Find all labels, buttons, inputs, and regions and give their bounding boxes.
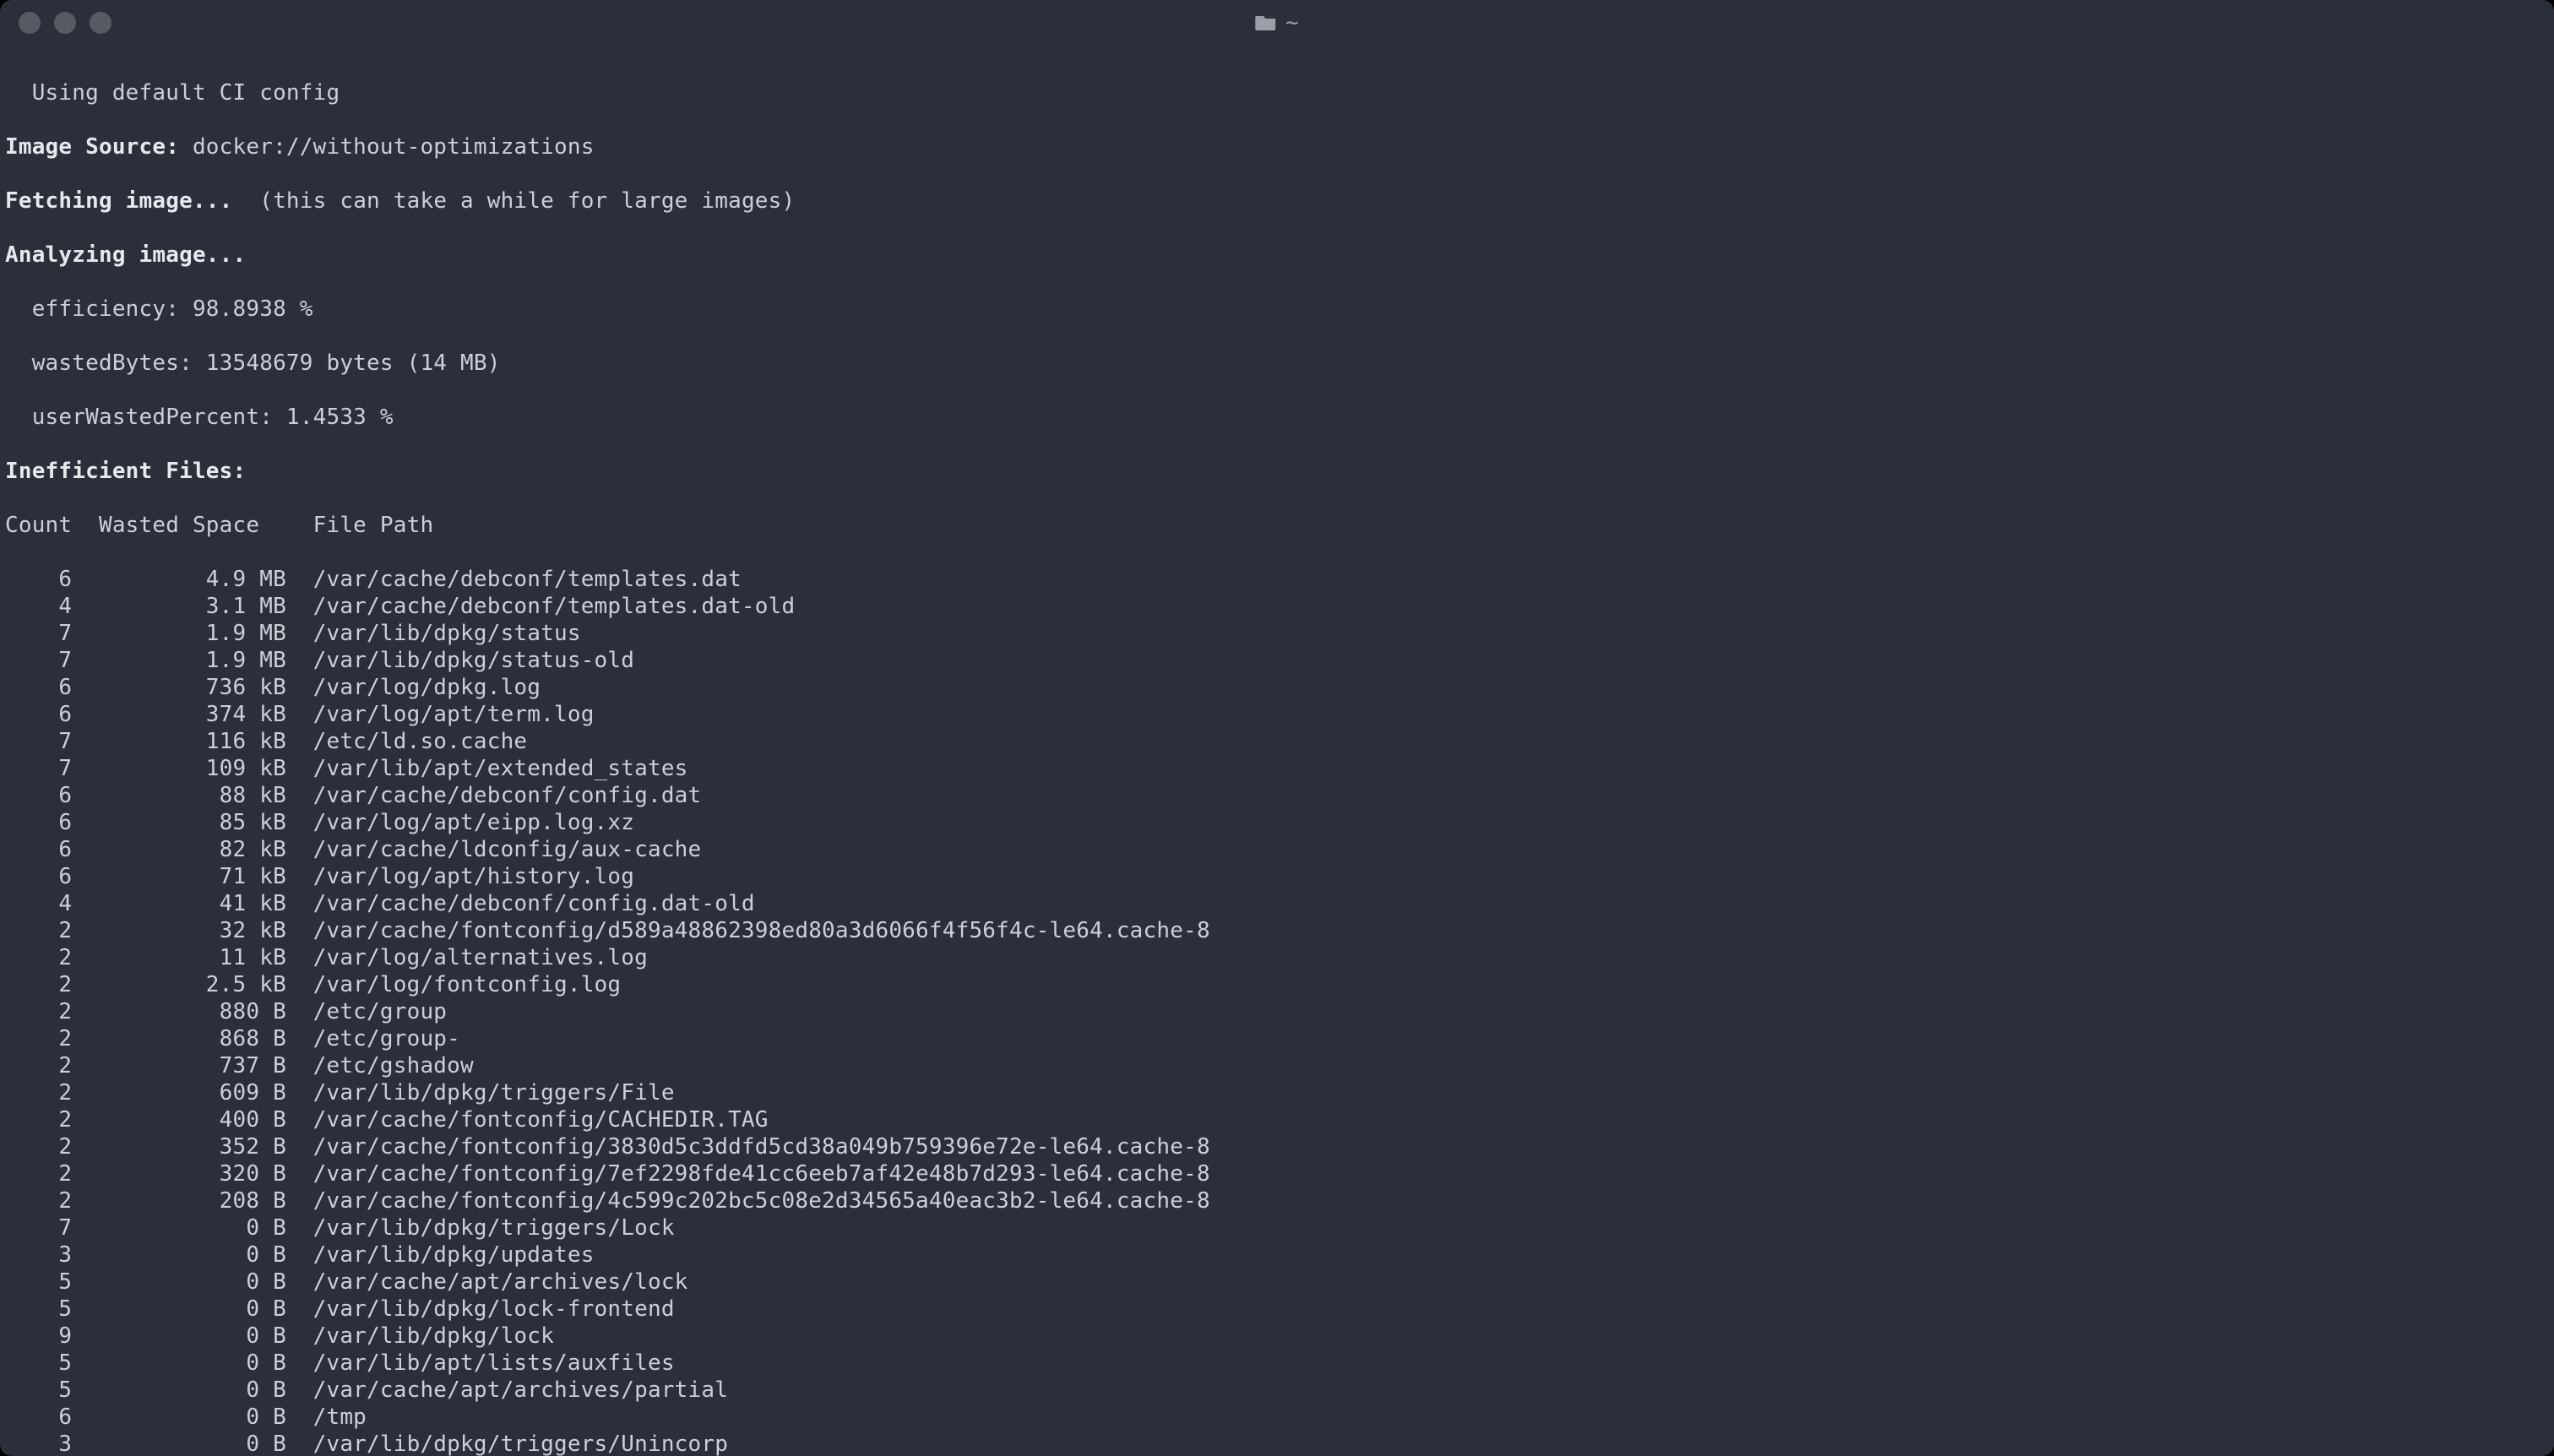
line: Using default CI config	[5, 79, 2549, 106]
table-row: 6 82 kB /var/cache/ldconfig/aux-cache	[5, 836, 2549, 863]
table-row: 4 41 kB /var/cache/debconf/config.dat-ol…	[5, 890, 2549, 917]
table-row: 7 1.9 MB /var/lib/dpkg/status-old	[5, 647, 2549, 674]
line: userWastedPercent: 1.4533 %	[5, 404, 2549, 431]
table-row: 5 0 B /var/lib/dpkg/lock-frontend	[5, 1296, 2549, 1323]
line: Fetching image... (this can take a while…	[5, 187, 2549, 215]
table-row: 6 736 kB /var/log/dpkg.log	[5, 674, 2549, 701]
table-row: 2 32 kB /var/cache/fontconfig/d589a48862…	[5, 917, 2549, 944]
table-row: 5 0 B /var/cache/apt/archives/partial	[5, 1377, 2549, 1404]
table-row: 2 737 B /etc/gshadow	[5, 1052, 2549, 1079]
line: Image Source: docker://without-optimizat…	[5, 133, 2549, 160]
table-row: 9 0 B /var/lib/dpkg/lock	[5, 1323, 2549, 1350]
table-body: 6 4.9 MB /var/cache/debconf/templates.da…	[5, 566, 2549, 1456]
table-row: 2 868 B /etc/group-	[5, 1025, 2549, 1052]
zoom-icon[interactable]	[90, 12, 111, 34]
table-row: 6 374 kB /var/log/apt/term.log	[5, 701, 2549, 728]
table-row: 2 208 B /var/cache/fontconfig/4c599c202b…	[5, 1187, 2549, 1214]
table-row: 6 88 kB /var/cache/debconf/config.dat	[5, 782, 2549, 809]
table-row: 2 2.5 kB /var/log/fontconfig.log	[5, 971, 2549, 998]
table-row: 6 4.9 MB /var/cache/debconf/templates.da…	[5, 566, 2549, 593]
line: Analyzing image...	[5, 242, 2549, 269]
close-icon[interactable]	[19, 12, 41, 34]
terminal-window: ~ Using default CI config Image Source: …	[0, 0, 2554, 1456]
table-row: 7 0 B /var/lib/dpkg/triggers/Lock	[5, 1214, 2549, 1241]
table-row: 2 400 B /var/cache/fontconfig/CACHEDIR.T…	[5, 1106, 2549, 1133]
table-row: 2 11 kB /var/log/alternatives.log	[5, 944, 2549, 971]
table-row: 2 880 B /etc/group	[5, 998, 2549, 1025]
minimize-icon[interactable]	[54, 12, 76, 34]
line: wastedBytes: 13548679 bytes (14 MB)	[5, 350, 2549, 377]
table-row: 2 609 B /var/lib/dpkg/triggers/File	[5, 1079, 2549, 1106]
terminal-output[interactable]: Using default CI config Image Source: do…	[0, 46, 2554, 1456]
table-row: 3 0 B /var/lib/dpkg/triggers/Unincorp	[5, 1431, 2549, 1456]
window-title: ~	[1255, 10, 1299, 35]
table-row: 7 109 kB /var/lib/apt/extended_states	[5, 755, 2549, 782]
table-header: Count Wasted Space File Path	[5, 512, 2549, 539]
table-row: 6 71 kB /var/log/apt/history.log	[5, 863, 2549, 890]
table-row: 4 3.1 MB /var/cache/debconf/templates.da…	[5, 593, 2549, 620]
titlebar: ~	[0, 0, 2554, 46]
table-row: 3 0 B /var/lib/dpkg/updates	[5, 1241, 2549, 1269]
table-row: 6 85 kB /var/log/apt/eipp.log.xz	[5, 809, 2549, 836]
line: efficiency: 98.8938 %	[5, 296, 2549, 323]
window-title-text: ~	[1285, 10, 1299, 35]
folder-icon	[1255, 14, 1277, 32]
window-controls	[0, 12, 111, 34]
table-row: 7 1.9 MB /var/lib/dpkg/status	[5, 620, 2549, 647]
table-row: 2 352 B /var/cache/fontconfig/3830d5c3dd…	[5, 1133, 2549, 1160]
table-row: 5 0 B /var/cache/apt/archives/lock	[5, 1269, 2549, 1296]
table-row: 6 0 B /tmp	[5, 1404, 2549, 1431]
line: Inefficient Files:	[5, 458, 2549, 485]
table-row: 5 0 B /var/lib/apt/lists/auxfiles	[5, 1350, 2549, 1377]
table-row: 2 320 B /var/cache/fontconfig/7ef2298fde…	[5, 1160, 2549, 1187]
table-row: 7 116 kB /etc/ld.so.cache	[5, 728, 2549, 755]
